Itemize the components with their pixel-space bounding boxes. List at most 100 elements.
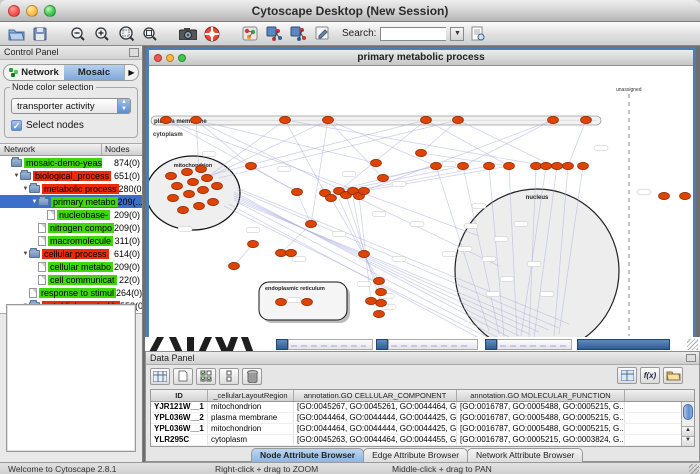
zoom-in-icon[interactable] — [92, 25, 112, 43]
graph-node[interactable] — [541, 162, 552, 169]
tab-network[interactable]: Network — [4, 65, 64, 80]
graph-node[interactable] — [563, 162, 574, 169]
graph-node[interactable] — [198, 186, 209, 193]
birds-eye-view[interactable] — [6, 304, 136, 452]
column-header-0[interactable]: ID — [151, 390, 208, 401]
table-scrollbar[interactable]: ▲ ▼ — [681, 402, 694, 446]
zoom-out-icon[interactable] — [68, 25, 88, 43]
function-icon[interactable]: f(x) — [640, 367, 660, 384]
graph-node[interactable] — [484, 162, 495, 169]
table-row[interactable]: YPL036W__1mitochondrion[GO:0044464, GO:0… — [151, 424, 694, 435]
plasma-membrane-region[interactable]: plasma membrane — [151, 116, 601, 125]
graph-node[interactable] — [194, 202, 205, 209]
expand-triangle-icon[interactable]: ▼ — [31, 199, 38, 205]
graph-node[interactable] — [680, 192, 691, 199]
graph-node[interactable] — [184, 190, 195, 197]
background-window-3[interactable] — [485, 339, 497, 350]
graph-node[interactable] — [431, 162, 442, 169]
tab-overflow-button[interactable]: ▶ — [124, 65, 138, 80]
data-panel-float-icon[interactable] — [686, 354, 696, 362]
window-resize-grip[interactable] — [689, 464, 699, 474]
vizmapper-icon[interactable] — [240, 25, 260, 43]
background-window-1[interactable] — [276, 339, 288, 350]
tab-node-attribute-browser[interactable]: Node Attribute Browser — [251, 448, 364, 462]
graph-node[interactable] — [416, 149, 427, 156]
float-panel-icon[interactable] — [129, 48, 139, 57]
graph-node[interactable] — [302, 298, 313, 305]
color-attribute-select[interactable]: transporter activity ▲▼ — [11, 98, 131, 114]
tree-header-nodes[interactable]: Nodes — [102, 144, 142, 155]
graph-node[interactable] — [212, 182, 223, 189]
graph-node[interactable] — [504, 162, 515, 169]
graph-node[interactable] — [161, 116, 172, 123]
graph-node[interactable] — [458, 162, 469, 169]
graph-node[interactable] — [166, 172, 177, 179]
tree-row-biological-process[interactable]: ▼biological_process651(0) — [0, 169, 142, 182]
tree-row-nitrogen-compo[interactable]: nitrogen compo209(0) — [0, 221, 142, 234]
background-window-4[interactable] — [577, 339, 670, 350]
graph-node[interactable] — [208, 198, 219, 205]
graph-node[interactable] — [182, 168, 193, 175]
help-icon[interactable] — [202, 25, 222, 43]
tab-edge-attribute-browser[interactable]: Edge Attribute Browser — [363, 448, 468, 462]
search-go-icon[interactable] — [468, 25, 488, 43]
scroll-up-icon[interactable]: ▲ — [682, 426, 694, 436]
graph-node[interactable] — [421, 116, 432, 123]
editor-icon[interactable] — [312, 25, 332, 43]
expand-triangle-icon[interactable]: ▼ — [13, 173, 20, 179]
network-canvas[interactable]: plasma membrane cytoplasm nucleus mitoch… — [149, 66, 693, 345]
graph-node[interactable] — [248, 240, 259, 247]
graph-node[interactable] — [323, 116, 334, 123]
graph-node[interactable] — [453, 116, 464, 123]
graph-node[interactable] — [292, 188, 303, 195]
tab-mosaic[interactable]: Mosaic — [64, 65, 124, 80]
select-attributes-icon[interactable] — [196, 368, 216, 385]
graph-node[interactable] — [366, 297, 377, 304]
table-row[interactable]: YLR295Ccytoplasm[GO:0045263, GO:0044464,… — [151, 435, 694, 446]
expand-triangle-icon[interactable]: ▼ — [22, 251, 29, 257]
graph-node[interactable] — [378, 174, 389, 181]
graph-node[interactable] — [276, 249, 287, 256]
scroll-down-icon[interactable]: ▼ — [682, 436, 694, 446]
graph-node[interactable] — [374, 277, 385, 284]
graph-node[interactable] — [531, 162, 542, 169]
table-row[interactable]: YJR121W__1mitochondrion[GO:0045267, GO:0… — [151, 402, 694, 413]
layout-b-icon[interactable] — [288, 25, 308, 43]
graph-node[interactable] — [246, 162, 257, 169]
column-header-3[interactable]: annotation.GO MOLECULAR_FUNCTION — [457, 390, 625, 401]
graph-node[interactable] — [359, 250, 370, 257]
scrollbar-thumb[interactable] — [683, 404, 693, 420]
graph-node[interactable] — [376, 288, 387, 295]
new-attribute-icon[interactable] — [173, 368, 193, 385]
tab-network-attribute-browser[interactable]: Network Attribute Browser — [467, 448, 583, 462]
network-view-frame[interactable]: primary metabolic process plasma membran… — [146, 47, 696, 348]
tree-row-cell-communicat[interactable]: cell communicat22(0) — [0, 273, 142, 286]
tree-row-macromolecule[interactable]: macromolecule311(0) — [0, 234, 142, 247]
snapshot-icon[interactable] — [178, 25, 198, 43]
table-row[interactable]: YPL036W__2plasma membrane[GO:0044464, GO… — [151, 413, 694, 424]
graph-node[interactable] — [359, 187, 370, 194]
graph-node[interactable] — [168, 194, 179, 201]
graph-node[interactable] — [552, 162, 563, 169]
graph-node[interactable] — [196, 165, 207, 172]
save-icon[interactable] — [30, 25, 50, 43]
graph-node[interactable] — [659, 192, 670, 199]
graph-node[interactable] — [229, 262, 240, 269]
tree-row-nucleobase-[interactable]: nucleobase-209(0) — [0, 208, 142, 221]
graph-node[interactable] — [374, 310, 385, 317]
frame-resize-grip[interactable] — [687, 339, 698, 350]
graph-node[interactable] — [286, 249, 297, 256]
graph-node[interactable] — [202, 174, 213, 181]
graph-node[interactable] — [326, 194, 337, 201]
search-dropdown-button[interactable]: ▼ — [450, 27, 464, 41]
graph-node[interactable] — [172, 182, 183, 189]
expand-triangle-icon[interactable]: ▼ — [22, 186, 29, 192]
matrix-icon[interactable] — [617, 367, 637, 384]
search-input[interactable] — [380, 27, 446, 41]
tree-row-response-to-stimul[interactable]: response to stimul264(0) — [0, 286, 142, 299]
graph-node[interactable] — [191, 116, 202, 123]
open-icon[interactable] — [6, 25, 26, 43]
attribute-grid-icon[interactable] — [150, 368, 170, 385]
column-header-2[interactable]: annotation.GO CELLULAR_COMPONENT — [294, 390, 457, 401]
zoom-selected-icon[interactable] — [116, 25, 136, 43]
